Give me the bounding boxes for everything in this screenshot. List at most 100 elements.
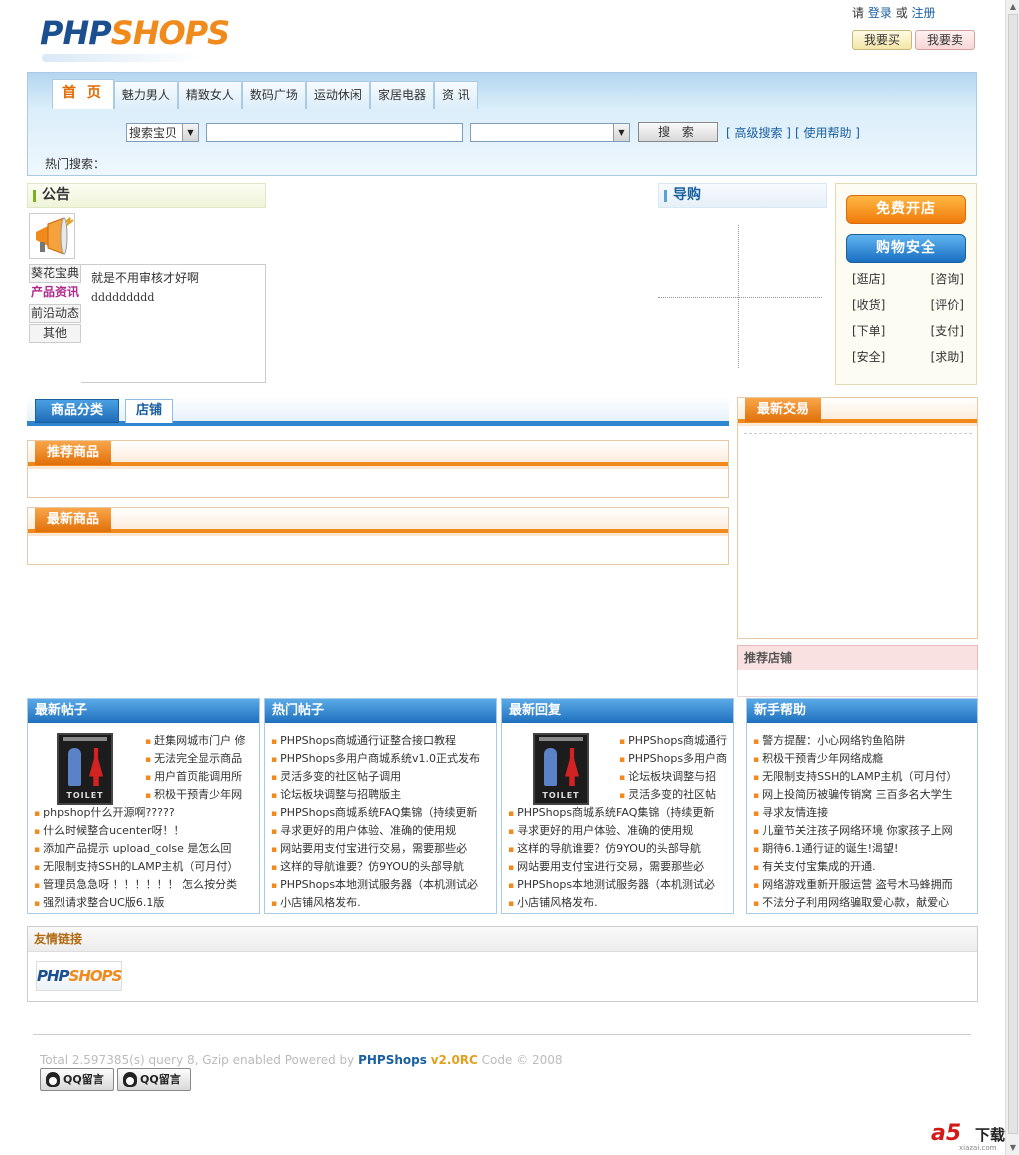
qq-message-button[interactable]: QQ留言 — [117, 1068, 191, 1091]
list-item[interactable]: 无限制支持SSH的LAMP主机（可月付） — [28, 858, 259, 876]
category-select[interactable]: ▼ — [470, 122, 630, 142]
newest-products-head: 最新商品 — [28, 508, 728, 536]
list-item[interactable]: 无限制支持SSH的LAMP主机（可月付） — [747, 768, 977, 786]
list-item[interactable]: 网上投简历被骗传销窝 三百多名大学生 — [747, 786, 977, 804]
tab-women[interactable]: 精致女人 — [177, 81, 242, 109]
site-logo[interactable]: PHPSHOPS — [40, 14, 230, 62]
tab-home-appliance[interactable]: 家居电器 — [369, 81, 434, 109]
qq-message-button[interactable]: QQ留言 — [40, 1068, 114, 1091]
open-store-button[interactable]: 免费开店 — [846, 195, 966, 224]
list-item[interactable]: 管理员急急呀 ！！！！！！ 怎么按分类 — [28, 876, 259, 894]
notice-categories: 葵花宝典 产品资讯 前沿动态 其他 — [29, 264, 81, 344]
notice-cat-product-news[interactable]: 产品资讯 — [29, 284, 81, 303]
link-receive[interactable]: [收货] — [852, 296, 908, 313]
shop-panel: 免费开店 购物安全 [逛店] [咨询] [收货] [评价] [下单] [支付] … — [835, 183, 977, 385]
link-browse[interactable]: [逛店] — [852, 270, 908, 287]
notice-cat-other[interactable]: 其他 — [29, 324, 81, 343]
list-item[interactable]: 积极干预青少年网 — [28, 786, 259, 804]
footer-brand-link[interactable]: PHPShops — [358, 1053, 427, 1067]
list-item[interactable]: 这样的导航谁要？仿9YOU的头部导航 — [502, 840, 733, 858]
list-item[interactable]: 小店铺风格发布. — [502, 894, 733, 912]
list-item[interactable]: 网站要用支付宝进行交易，需要那些必 — [502, 858, 733, 876]
list-item[interactable]: 什么时候整合ucenter呀！！ — [28, 822, 259, 840]
chevron-down-icon[interactable]: ▼ — [182, 123, 198, 141]
recommended-products-head: 推荐商品 — [28, 441, 728, 469]
list-item[interactable]: phpshop什么开源啊????? — [28, 804, 259, 822]
a5-download-text: 下载 — [975, 1126, 1006, 1144]
list-item[interactable]: PHPShops本地测试服务器（本机测试必 — [265, 876, 496, 894]
list-item[interactable]: 有关支付宝集成的开通. — [747, 858, 977, 876]
tab-product-category[interactable]: 商品分类 — [35, 399, 119, 423]
list-item[interactable]: 强烈请求整合UC版6.1版 — [28, 894, 259, 912]
login-link[interactable]: 登录 — [868, 6, 892, 20]
tab-news[interactable]: 资 讯 — [433, 81, 478, 109]
sell-button[interactable]: 我要卖 — [915, 30, 975, 50]
list-item[interactable]: 添加产品提示 upload_colse 是怎么回 — [28, 840, 259, 858]
qq-penguin-icon — [123, 1072, 137, 1087]
list-item[interactable]: PHPShops商城通行 — [502, 732, 733, 750]
link-safety[interactable]: [安全] — [852, 348, 908, 365]
userbar-prefix: 请 — [852, 6, 865, 20]
scroll-up-icon[interactable]: ▲ — [1008, 2, 1018, 12]
list-item[interactable]: 赶集网城市门户 修 — [28, 732, 259, 750]
orange-line — [28, 462, 728, 466]
footer-stats: Total 2.597385(s) query 8, Gzip enabled … — [40, 1053, 359, 1067]
chevron-down-icon[interactable]: ▼ — [613, 123, 629, 141]
list-item[interactable]: PHPShops商城通行证整合接口教程 — [265, 732, 496, 750]
list-item[interactable]: 儿童节关注孩子网络环境 你家孩子上网 — [747, 822, 977, 840]
tab-digital[interactable]: 数码广场 — [241, 81, 306, 109]
list-item[interactable]: 网络游戏重新开服运营 盗号木马蜂拥而 — [747, 876, 977, 894]
list-item[interactable]: 寻求更好的用户体验、准确的使用规 — [502, 822, 733, 840]
link-consult[interactable]: [咨询] — [908, 270, 964, 287]
hot-posts: 热门帖子 PHPShops商城通行证整合接口教程 PHPShops多用户商城系统… — [264, 698, 497, 914]
hot-search-label: 热门搜索： — [45, 157, 106, 171]
user-bar: 请 登录 或 注册 — [852, 4, 936, 21]
list-item[interactable]: PHPShops多用户商 — [502, 750, 733, 768]
list-item[interactable]: 网站要用支付宝进行交易，需要那些必 — [265, 840, 496, 858]
list-item[interactable]: 论坛板块调整与招 — [502, 768, 733, 786]
search-button[interactable]: 搜 索 — [638, 122, 718, 142]
list-item[interactable]: 灵活多变的社区帖 — [502, 786, 733, 804]
notice-cat-tips[interactable]: 葵花宝典 — [29, 264, 81, 283]
link-order[interactable]: [下单] — [852, 322, 908, 339]
list-item[interactable]: PHPShops本地测试服务器（本机测试必 — [502, 876, 733, 894]
tab-stores[interactable]: 店铺 — [125, 399, 173, 423]
advanced-search-link[interactable]: [ 高级搜索 ] — [726, 124, 791, 141]
qq-penguin-icon — [46, 1072, 60, 1087]
list-item[interactable]: PHPShops多用户商城系统v1.0正式发布 — [265, 750, 496, 768]
link-pay[interactable]: [支付] — [908, 322, 964, 339]
list-item[interactable]: 寻求更好的用户体验、准确的使用规 — [265, 822, 496, 840]
list-item[interactable]: 期待6.1通行证的诞生!渴望! — [747, 840, 977, 858]
list-item[interactable]: 灵活多变的社区帖子调用 — [265, 768, 496, 786]
help-link[interactable]: [ 使用帮助 ] — [795, 124, 860, 141]
search-type-select[interactable]: 搜索宝贝 ▼ — [126, 122, 199, 142]
tab-sports[interactable]: 运动休闲 — [305, 81, 370, 109]
list-item[interactable]: 这样的导航谁要？仿9YOU的头部导航 — [265, 858, 496, 876]
shopping-safety-button[interactable]: 购物安全 — [846, 234, 966, 263]
register-link[interactable]: 注册 — [912, 6, 936, 20]
list-item[interactable]: PHPShops商城系统FAQ集锦（持续更新 — [265, 804, 496, 822]
qq-message-label: QQ留言 — [63, 1073, 104, 1086]
friend-link-logo[interactable]: PHPSHOPS — [36, 961, 122, 991]
latest-posts-list: 赶集网城市门户 修 无法完全显示商品 用户首页能调用所 积极干预青少年网 php… — [28, 732, 259, 912]
list-item[interactable]: 积极干预青少年网络成瘾 — [747, 750, 977, 768]
list-item[interactable]: 无法完全显示商品 — [28, 750, 259, 768]
buy-button[interactable]: 我要买 — [852, 30, 912, 50]
link-review[interactable]: [评价] — [908, 296, 964, 313]
list-item[interactable]: 用户首页能调用所 — [28, 768, 259, 786]
scrollbar-thumb[interactable] — [1008, 14, 1018, 1134]
list-item[interactable]: 寻求友情连接 — [747, 804, 977, 822]
list-item[interactable]: 小店铺风格发布. — [265, 894, 496, 912]
list-item[interactable]: 不法分子利用网络骗取爱心款，献爱心 — [747, 894, 977, 912]
tab-home[interactable]: 首 页 — [52, 79, 114, 109]
notice-cat-frontier[interactable]: 前沿动态 — [29, 304, 81, 323]
vertical-scrollbar[interactable]: ▲ ▼ — [1005, 0, 1019, 1155]
scroll-down-icon[interactable]: ▼ — [1008, 1143, 1018, 1153]
nav-tabs: 首 页 魅力男人 精致女人 数码广场 运动休闲 家居电器 资 讯 — [52, 79, 478, 109]
list-item[interactable]: 警方提醒：小心网络钓鱼陷阱 — [747, 732, 977, 750]
link-help[interactable]: [求助] — [908, 348, 964, 365]
tab-men[interactable]: 魅力男人 — [113, 81, 178, 109]
list-item[interactable]: 论坛板块调整与招聘版主 — [265, 786, 496, 804]
search-input[interactable] — [206, 122, 463, 142]
list-item[interactable]: PHPShops商城系统FAQ集锦（持续更新 — [502, 804, 733, 822]
